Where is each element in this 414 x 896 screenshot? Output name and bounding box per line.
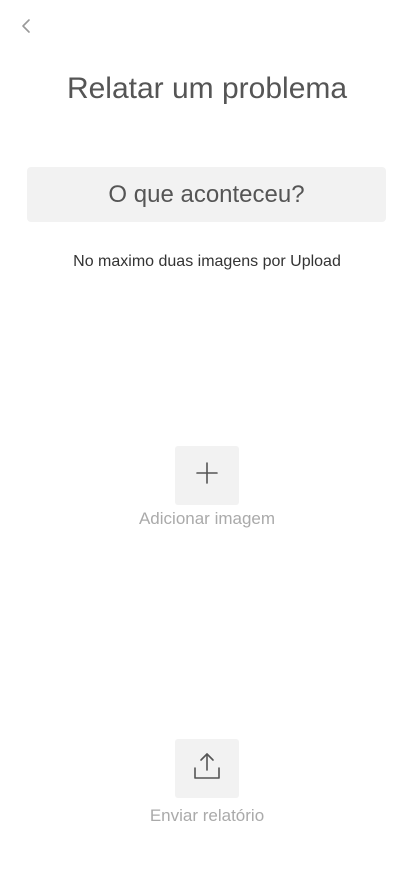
what-happened-field[interactable]: O que aconteceu?	[27, 167, 386, 222]
chevron-left-icon	[21, 18, 31, 39]
upload-icon	[192, 751, 222, 786]
add-image-button[interactable]	[175, 446, 239, 505]
page-title: Relatar um problema	[66, 72, 348, 105]
send-report-label[interactable]: Enviar relatório	[0, 806, 414, 826]
plus-icon	[195, 461, 219, 490]
back-button[interactable]	[14, 14, 38, 42]
add-image-label[interactable]: Adicionar imagem	[0, 509, 414, 529]
what-happened-label: O que aconteceu?	[108, 180, 305, 208]
send-report-button[interactable]	[175, 739, 239, 798]
upload-hint: No maximo duas imagens por Upload	[73, 253, 341, 270]
